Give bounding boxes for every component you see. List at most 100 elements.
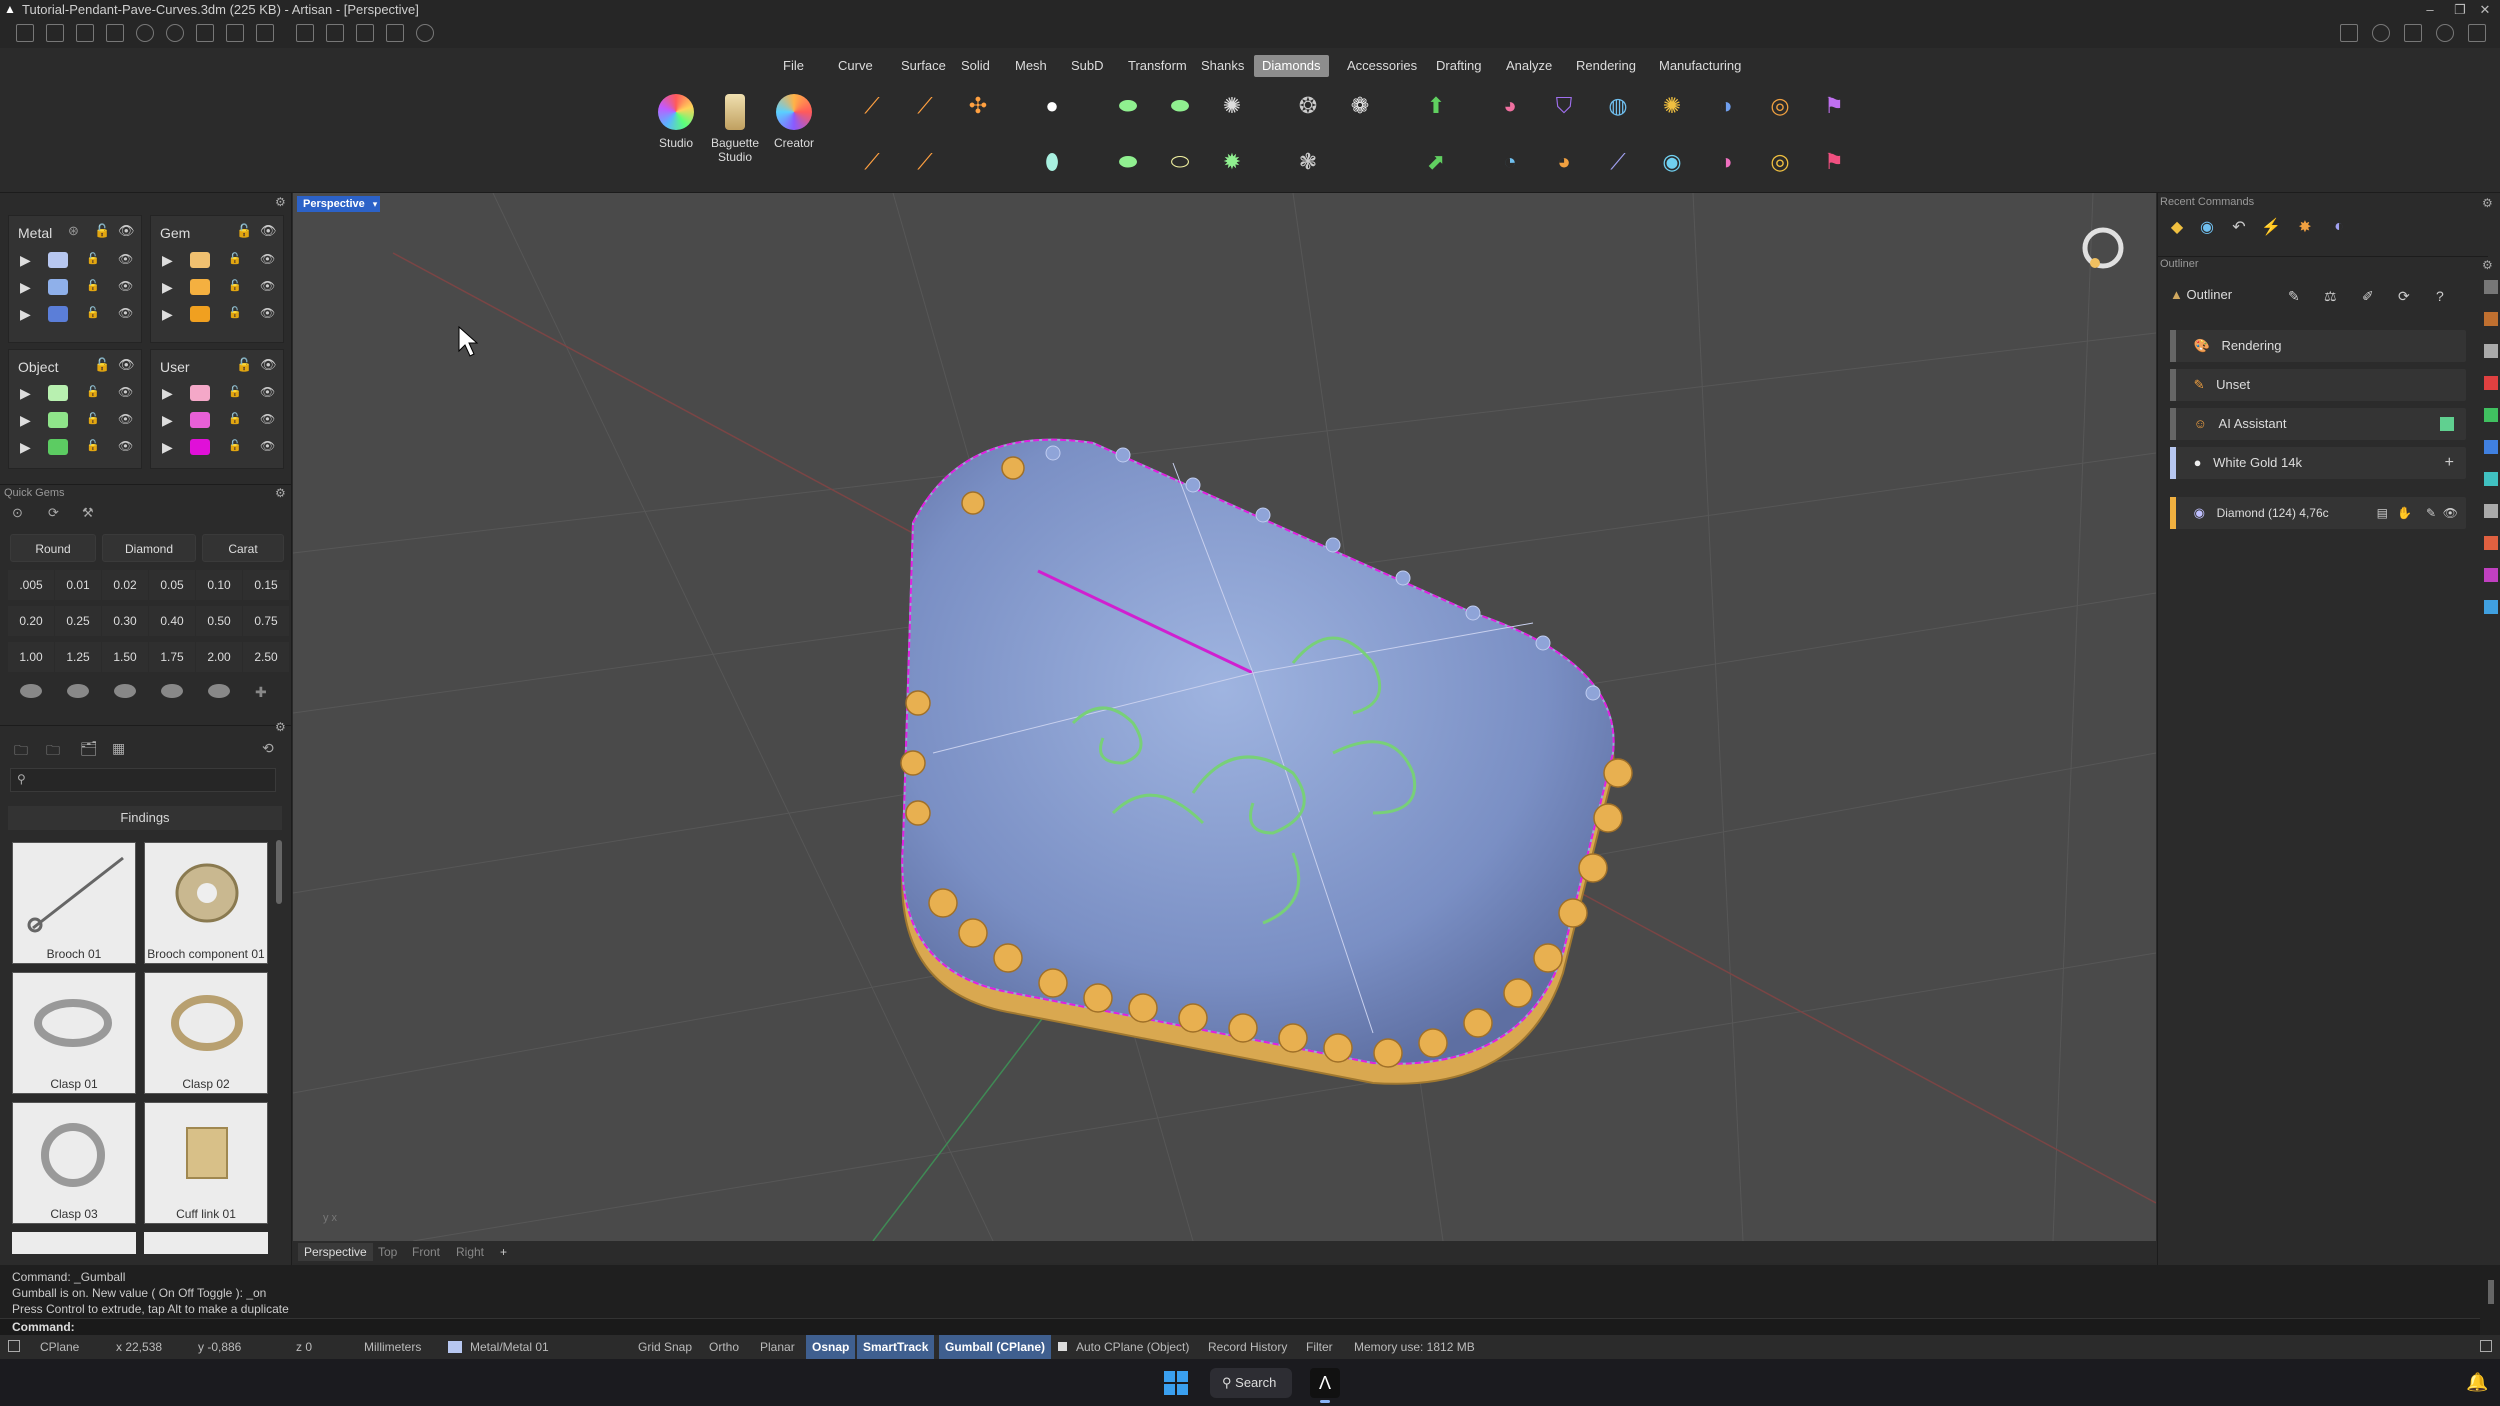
layer-expand-icon[interactable]: ▶ [162,439,173,456]
metal-lock-icon[interactable]: 🔓 [94,223,110,239]
layout-icon[interactable] [2340,24,2358,42]
snap-icon[interactable] [356,24,374,42]
recent-gumball-icon[interactable]: ◉ [2194,214,2220,240]
tab-perspective[interactable]: Perspective [298,1243,373,1261]
layer-eye-icon[interactable]: 👁 [118,279,133,293]
oval-gem-icon[interactable]: ⬮ [1032,142,1072,182]
layer-eye-icon[interactable]: 👁 [260,412,275,426]
drill-icon[interactable]: ⬈ [1416,142,1456,182]
layer-lock-icon[interactable]: 🔓 [86,385,100,398]
finding-brooch-component-01[interactable]: Brooch component 01 [144,842,268,964]
carat-value-button[interactable]: 0.40 [149,606,195,636]
cup-icon[interactable]: ⬬ [1108,142,1148,182]
save-all-icon[interactable] [256,24,274,42]
carat-value-button[interactable]: 0.75 [243,606,289,636]
layer-expand-icon[interactable]: ▶ [20,279,31,296]
gumball-toggle[interactable]: Gumball (CPlane) [939,1335,1052,1359]
quick-gems-refresh-icon[interactable]: ⟳ [48,505,59,521]
metal-filter-icon[interactable]: ⊛ [68,223,79,239]
strip-layers-icon[interactable] [2484,280,2498,294]
strip-artisan-icon[interactable] [2484,312,2498,326]
carat-value-button[interactable]: 0.05 [149,570,195,600]
quick-gems-settings-icon[interactable]: ⚙ [275,486,286,500]
gem-lock-icon[interactable]: 🔓 [236,223,252,239]
layer-expand-icon[interactable]: ▶ [20,252,31,269]
gem-weight-icon[interactable]: ◑ [1706,86,1746,126]
unit-carat-button[interactable]: Carat [202,534,284,562]
gem-select-icon[interactable]: ⛉ [1544,86,1584,126]
gem-profile-icon[interactable] [67,684,89,698]
cutter-icon[interactable]: ✺ [1212,86,1252,126]
strip-light-icon[interactable] [2484,504,2498,518]
baguette-studio-tool[interactable]: Baguette Studio [705,88,765,182]
close-icon[interactable]: ✕ [2465,0,2500,20]
panel-toggle-right-icon[interactable] [2480,1340,2492,1352]
gem-profile-icon[interactable] [161,684,183,698]
osnap-toggle[interactable]: Osnap [806,1335,856,1359]
carat-value-button[interactable]: 1.00 [8,642,54,672]
strip-properties-icon[interactable] [2484,344,2498,358]
carat-value-button[interactable]: 2.00 [196,642,242,672]
artisan-taskbar-icon[interactable]: Λ [1310,1368,1340,1398]
layer-color-swatch[interactable] [48,385,68,401]
gems-between-icon[interactable]: ⟋ [905,86,945,126]
layer-lock-icon[interactable]: 🔓 [86,252,100,265]
carat-value-button[interactable]: 1.25 [55,642,101,672]
tab-right[interactable]: Right [450,1243,490,1261]
viewport-menu-chevron-icon[interactable]: ▾ [370,196,380,212]
diamond-edit-icon[interactable]: ✎ [2426,497,2436,529]
layer-color-swatch[interactable] [48,412,68,428]
diamond-list-icon[interactable]: ▤ [2377,497,2388,529]
strip-help-icon[interactable] [2484,600,2498,614]
finding-partial-2[interactable] [144,1232,268,1254]
carat-value-button[interactable]: 1.50 [102,642,148,672]
library-settings-icon[interactable]: ⚙ [275,720,286,734]
layer-lock-icon[interactable]: 🔓 [86,412,100,425]
gem-profile-icon[interactable] [114,684,136,698]
command-scrollbar[interactable] [2488,1280,2494,1304]
shape-round-button[interactable]: Round [10,534,96,562]
layer-eye-icon[interactable]: 👁 [118,252,133,266]
gem-mirror-icon[interactable]: ◑ [1706,142,1746,182]
outliner-settings-icon[interactable]: ⚙ [2482,258,2493,272]
tab-shanks[interactable]: Shanks [1193,55,1252,77]
layer-eye-icon[interactable]: 👁 [260,385,275,399]
tab-file[interactable]: File [775,55,812,77]
gem-profile-icon[interactable] [208,684,230,698]
gem-on-curve-icon[interactable]: ⟋ [852,86,892,126]
gem-info-icon[interactable]: ◎ [1760,86,1800,126]
settings-icon[interactable] [416,24,434,42]
pave-auto-icon[interactable]: ❁ [1340,86,1380,126]
outliner-row-unset[interactable]: ✎ Unset [2170,369,2466,401]
gem-flow-icon[interactable]: ✣ [958,86,998,126]
finding-cuff-link-01[interactable]: Cuff link 01 [144,1102,268,1224]
bezel-icon[interactable]: ⬬ [1160,86,1200,126]
tab-mesh[interactable]: Mesh [1007,55,1055,77]
library-add-icon[interactable]: 🗀 [46,740,60,764]
ortho-toggle[interactable]: Ortho [703,1335,745,1359]
layer-expand-icon[interactable]: ▶ [20,412,31,429]
strip-snapshot-icon[interactable] [2484,536,2498,550]
library-scrollbar[interactable] [276,840,282,904]
units-indicator[interactable]: Millimeters [358,1335,427,1359]
outliner-scale-icon[interactable]: ⚖ [2324,288,2337,305]
gem-eye-icon[interactable]: 👁 [260,223,277,239]
viewport-name-button[interactable]: Perspective [297,196,371,212]
save-as-icon[interactable] [226,24,244,42]
outliner-tab[interactable]: ▲ Outliner [2170,287,2232,302]
info-icon[interactable] [2372,24,2390,42]
layer-eye-icon[interactable]: 👁 [260,252,275,266]
layer-color-swatch[interactable] [190,279,210,295]
gem-tool-icon[interactable]: ✚ [255,684,277,700]
windows-start-icon[interactable] [1164,1371,1188,1395]
layer-color-swatch[interactable] [190,385,210,401]
strip-environment-icon[interactable] [2484,472,2498,486]
strip-library-icon[interactable] [2484,440,2498,454]
carat-value-button[interactable]: 1.75 [149,642,195,672]
gem-align-icon[interactable]: ⟋ [1598,142,1638,182]
layer-expand-icon[interactable]: ▶ [162,279,173,296]
layer-lock-icon[interactable]: 🔓 [228,252,242,265]
taskbar-search-button[interactable]: ⚲ Search [1210,1368,1292,1398]
gem-path-icon[interactable]: ⟋ [852,142,892,182]
layer-eye-icon[interactable]: 👁 [118,439,133,453]
